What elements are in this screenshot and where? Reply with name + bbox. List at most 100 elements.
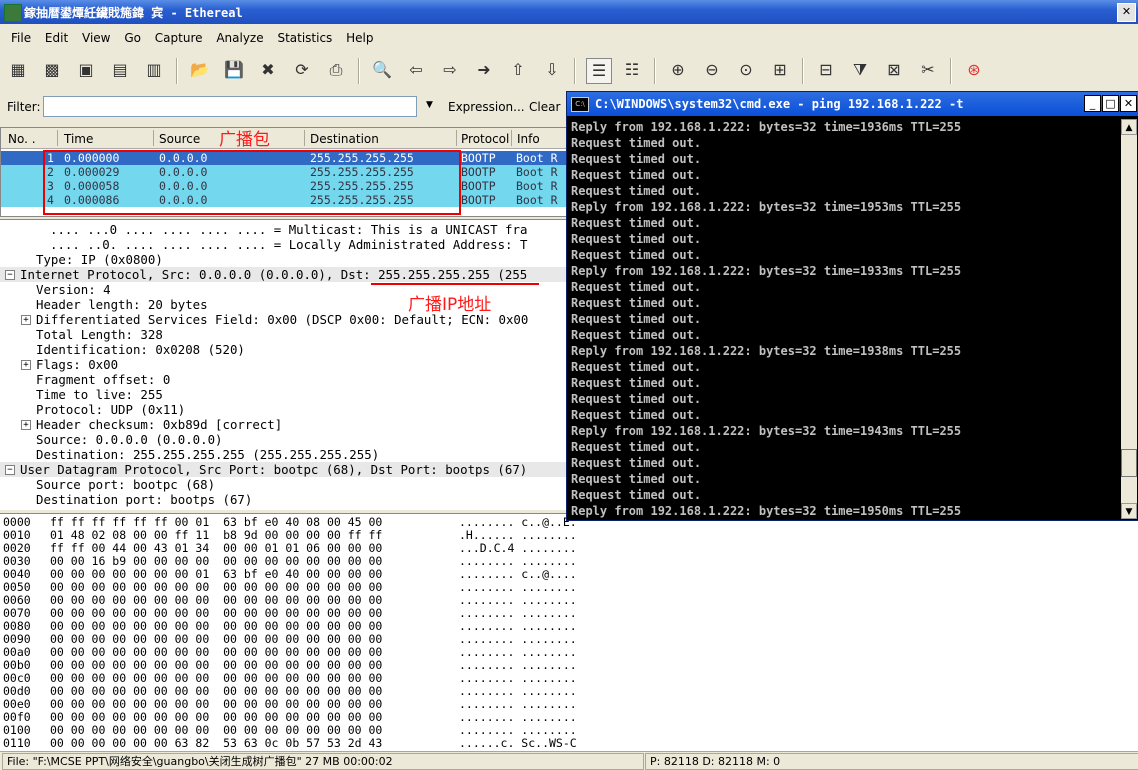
detail-line[interactable]: Source port: bootpc (68): [36, 477, 215, 492]
cmd-line: Request timed out.: [571, 152, 702, 166]
detail-line[interactable]: Source: 0.0.0.0 (0.0.0.0): [36, 432, 223, 447]
cmd-line: Request timed out.: [571, 392, 702, 406]
menu-file[interactable]: File: [6, 28, 36, 48]
detail-line[interactable]: Flags: 0x00: [36, 357, 118, 372]
scroll-down-icon[interactable]: ▼: [1121, 503, 1137, 519]
detail-line[interactable]: Fragment offset: 0: [36, 372, 170, 387]
detail-line[interactable]: Destination port: bootps (67): [36, 492, 252, 507]
close-icon[interactable]: ✕: [1117, 3, 1136, 22]
scroll-up-icon[interactable]: ▲: [1121, 119, 1137, 135]
cmd-window[interactable]: C:\ C:\WINDOWS\system32\cmd.exe - ping 1…: [566, 91, 1138, 521]
menu-edit[interactable]: Edit: [40, 28, 73, 48]
hex-bytes[interactable]: 00 00 00 00 00 00 63 82 53 63 0c 0b 57 5…: [50, 737, 382, 750]
display-filters-icon[interactable]: ⧩: [848, 58, 872, 82]
help-icon[interactable]: ⊛: [962, 58, 986, 82]
detail-line[interactable]: Destination: 255.255.255.255 (255.255.25…: [36, 447, 379, 462]
expand-icon[interactable]: +: [21, 360, 31, 370]
resize-columns-icon[interactable]: ⊞: [768, 58, 792, 82]
print-icon[interactable]: ⎙: [324, 58, 348, 82]
start-capture-icon[interactable]: ▣: [74, 58, 98, 82]
cmd-line: Request timed out.: [571, 488, 702, 502]
detail-line[interactable]: Protocol: UDP (0x11): [36, 402, 185, 417]
menu-analyze[interactable]: Analyze: [211, 28, 268, 48]
preferences-icon[interactable]: ✂: [916, 58, 940, 82]
status-file-info: File: "F:\MCSE PPT\网络安全\guangbo\关闭生成树广播包…: [2, 753, 644, 770]
menu-statistics[interactable]: Statistics: [272, 28, 337, 48]
open-icon[interactable]: 📂: [188, 58, 212, 82]
minimize-icon[interactable]: _: [1084, 95, 1101, 112]
cmd-line: Request timed out.: [571, 376, 702, 390]
column-time[interactable]: Time: [64, 132, 93, 146]
capture-filters-icon[interactable]: ⊟: [814, 58, 838, 82]
expand-icon[interactable]: +: [21, 315, 31, 325]
detail-line[interactable]: .... ...0 .... .... .... .... = Multicas…: [50, 222, 527, 237]
reload-icon[interactable]: ⟳: [290, 58, 314, 82]
coloring-rules-icon[interactable]: ⊠: [882, 58, 906, 82]
cmd-line: Request timed out.: [571, 328, 702, 342]
close-icon[interactable]: ✕: [1120, 95, 1137, 112]
filter-bar: Filter: ▼ Expression... Clear: [0, 95, 566, 119]
filter-input[interactable]: [43, 96, 417, 117]
first-icon[interactable]: ⇧: [506, 58, 530, 82]
detail-line[interactable]: Internet Protocol, Src: 0.0.0.0 (0.0.0.0…: [0, 267, 566, 282]
menu-go[interactable]: Go: [119, 28, 146, 48]
capture-options-icon[interactable]: ▩: [40, 58, 64, 82]
expand-icon[interactable]: +: [21, 420, 31, 430]
zoom-normal-icon[interactable]: ⊙: [734, 58, 758, 82]
clear-button[interactable]: Clear: [529, 100, 560, 114]
cmd-line: Reply from 192.168.1.222: bytes=32 time=…: [571, 264, 962, 278]
detail-line[interactable]: Header checksum: 0xb89d [correct]: [36, 417, 282, 432]
column-info[interactable]: Info: [517, 132, 540, 146]
column-destination[interactable]: Destination: [310, 132, 379, 146]
menu-view[interactable]: View: [77, 28, 115, 48]
menu-capture[interactable]: Capture: [150, 28, 208, 48]
zoom-out-icon[interactable]: ⊖: [700, 58, 724, 82]
detail-line[interactable]: Identification: 0x0208 (520): [36, 342, 245, 357]
detail-line[interactable]: Version: 4: [36, 282, 111, 297]
packet-detail-pane[interactable]: .... ...0 .... .... .... .... = Multicas…: [0, 219, 566, 510]
stop-capture-icon[interactable]: ▤: [108, 58, 132, 82]
cmd-line: Request timed out.: [571, 440, 702, 454]
filter-dropdown-icon[interactable]: ▼: [426, 100, 433, 110]
restart-capture-icon[interactable]: ▥: [142, 58, 166, 82]
cmd-line: Reply from 192.168.1.222: bytes=32 time=…: [571, 200, 962, 214]
find-icon[interactable]: 🔍: [370, 58, 394, 82]
interfaces-icon[interactable]: ▦: [6, 58, 30, 82]
last-icon[interactable]: ⇩: [540, 58, 564, 82]
detail-line[interactable]: .... ..0. .... .... .... .... = Locally …: [50, 237, 527, 252]
detail-line[interactable]: Type: IP (0x0800): [36, 252, 163, 267]
menu-help[interactable]: Help: [341, 28, 378, 48]
collapse-icon[interactable]: −: [5, 465, 15, 475]
scroll-thumb[interactable]: [1121, 449, 1137, 477]
window-title-bar[interactable]: 鎵抽暦鍙燂紝鑶戝箷鍏 宾 - Ethereal ✕: [0, 0, 1138, 24]
detail-line[interactable]: User Datagram Protocol, Src Port: bootpc…: [0, 462, 566, 477]
column-source[interactable]: Source: [159, 132, 200, 146]
detail-line[interactable]: Time to live: 255: [36, 387, 163, 402]
cmd-title: C:\WINDOWS\system32\cmd.exe - ping 192.1…: [595, 97, 964, 111]
cmd-title-bar[interactable]: C:\ C:\WINDOWS\system32\cmd.exe - ping 1…: [567, 92, 1138, 116]
close-icon[interactable]: ✖: [256, 58, 280, 82]
column-protocol[interactable]: Protocol: [461, 132, 509, 146]
cmd-line: Request timed out.: [571, 456, 702, 470]
detail-line[interactable]: Header length: 20 bytes: [36, 297, 208, 312]
cmd-line: Reply from 192.168.1.222: bytes=32 time=…: [571, 424, 962, 438]
hex-dump-pane[interactable]: 0000 ff ff ff ff ff ff 00 01 63 bf e0 40 …: [0, 513, 1138, 751]
colorize-icon[interactable]: ☰: [586, 58, 612, 84]
cmd-output[interactable]: Reply from 192.168.1.222: bytes=32 time=…: [567, 119, 1119, 519]
cmd-line: Request timed out.: [571, 232, 702, 246]
forward-icon[interactable]: ⇨: [438, 58, 462, 82]
cmd-scrollbar[interactable]: ▲ ▼: [1121, 119, 1137, 519]
maximize-icon[interactable]: □: [1102, 95, 1119, 112]
zoom-in-icon[interactable]: ⊕: [666, 58, 690, 82]
autoscroll-icon[interactable]: ☷: [620, 58, 644, 82]
collapse-icon[interactable]: −: [5, 270, 15, 280]
back-icon[interactable]: ⇦: [404, 58, 428, 82]
save-icon[interactable]: 💾: [222, 58, 246, 82]
expression-button[interactable]: Expression...: [448, 100, 525, 114]
hex-ascii[interactable]: ......c. Sc..WS-C: [459, 737, 577, 750]
cmd-line: Request timed out.: [571, 280, 702, 294]
detail-line[interactable]: Total Length: 328: [36, 327, 163, 342]
toolbar-separator: [358, 58, 360, 84]
goto-icon[interactable]: ➜: [472, 58, 496, 82]
column-no[interactable]: No. .: [8, 132, 36, 146]
